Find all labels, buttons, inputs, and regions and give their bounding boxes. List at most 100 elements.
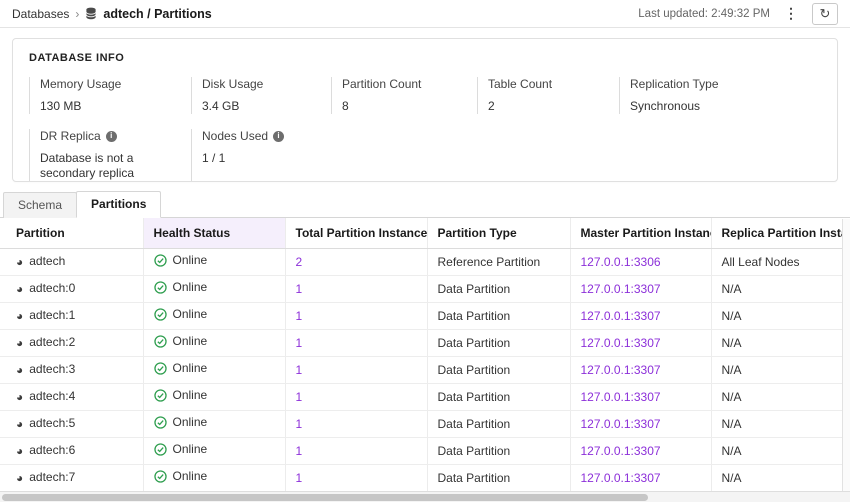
- table-row[interactable]: ◕adtech:3 Online 1 Data Partition 127.0.…: [0, 356, 850, 383]
- stat-table-count: Table Count 2: [477, 77, 619, 114]
- master-instance-link[interactable]: 127.0.0.1:3307: [581, 390, 661, 404]
- instances-link[interactable]: 1: [296, 417, 303, 431]
- table-row[interactable]: ◕adtech:2 Online 1 Data Partition 127.0.…: [0, 329, 850, 356]
- partition-type: Data Partition: [427, 437, 570, 464]
- master-instance-link[interactable]: 127.0.0.1:3307: [581, 363, 661, 377]
- column-header-partition-type[interactable]: Partition Type: [427, 218, 570, 248]
- tab-schema[interactable]: Schema: [3, 192, 77, 218]
- partition-icon: ◕: [16, 471, 23, 485]
- info-icon[interactable]: i: [273, 131, 284, 142]
- column-header-health-status[interactable]: Health Status: [143, 218, 285, 248]
- health-status: Online: [173, 334, 208, 348]
- replica-instance: All Leaf Nodes: [711, 248, 850, 275]
- database-icon: [85, 7, 97, 20]
- master-instance-link[interactable]: 127.0.0.1:3307: [581, 336, 661, 350]
- health-status: Online: [173, 253, 208, 267]
- breadcrumb-databases-link[interactable]: Databases: [12, 7, 69, 21]
- top-bar: Databases › adtech / Partitions Last upd…: [0, 0, 850, 28]
- stat-label: DR Replica: [40, 129, 101, 143]
- partition-type: Reference Partition: [427, 248, 570, 275]
- table-header-row: Partition Health Status Total Partition …: [0, 218, 850, 248]
- stat-value: 8: [342, 99, 477, 114]
- column-header-replica-instance[interactable]: Replica Partition Instance ...: [711, 218, 850, 248]
- master-instance-link[interactable]: 127.0.0.1:3306: [581, 255, 661, 269]
- stat-label: Replication Type: [630, 77, 719, 91]
- tab-bar: Schema Partitions: [0, 191, 850, 218]
- partition-icon: ◕: [16, 417, 23, 431]
- table-row[interactable]: ◕adtech:5 Online 1 Data Partition 127.0.…: [0, 410, 850, 437]
- stats-row-1: Memory Usage 130 MB Disk Usage 3.4 GB Pa…: [29, 77, 821, 114]
- replica-instance: N/A: [711, 410, 850, 437]
- replica-instance: N/A: [711, 356, 850, 383]
- online-check-icon: [154, 470, 167, 486]
- horizontal-scrollbar[interactable]: [0, 491, 850, 502]
- instances-link[interactable]: 1: [296, 309, 303, 323]
- partitions-table: Partition Health Status Total Partition …: [0, 218, 850, 492]
- partition-icon: ◕: [16, 336, 23, 350]
- table-row[interactable]: ◕adtech:7 Online 1 Data Partition 127.0.…: [0, 464, 850, 491]
- stat-label: Memory Usage: [40, 77, 121, 91]
- partition-name: adtech:1: [29, 308, 75, 322]
- master-instance-link[interactable]: 127.0.0.1:3307: [581, 471, 661, 485]
- table-row[interactable]: ◕adtech:0 Online 1 Data Partition 127.0.…: [0, 275, 850, 302]
- online-check-icon: [154, 308, 167, 324]
- stat-value: 1 / 1: [202, 151, 331, 166]
- partition-type: Data Partition: [427, 464, 570, 491]
- online-check-icon: [154, 254, 167, 270]
- partition-icon: ◕: [16, 255, 23, 269]
- partition-name: adtech:2: [29, 335, 75, 349]
- instances-link[interactable]: 1: [296, 390, 303, 404]
- instances-link[interactable]: 1: [296, 336, 303, 350]
- database-info-card: DATABASE INFO Memory Usage 130 MB Disk U…: [12, 38, 838, 182]
- instances-link[interactable]: 1: [296, 363, 303, 377]
- kebab-menu-icon[interactable]: ⋮: [782, 5, 800, 22]
- vertical-scrollbar[interactable]: [842, 219, 850, 491]
- table-row[interactable]: ◕adtech:4 Online 1 Data Partition 127.0.…: [0, 383, 850, 410]
- refresh-icon: ↻: [820, 6, 831, 22]
- health-status: Online: [173, 280, 208, 294]
- health-status: Online: [173, 388, 208, 402]
- table-row[interactable]: ◕ adtech Online 2 Reference Partition 127…: [0, 248, 850, 275]
- online-check-icon: [154, 443, 167, 459]
- stat-label: Table Count: [488, 77, 552, 91]
- partition-icon: ◕: [16, 282, 23, 296]
- instances-link[interactable]: 2: [296, 255, 303, 269]
- horizontal-scrollbar-thumb[interactable]: [2, 494, 648, 501]
- stat-value: Database is not a secondary replica: [40, 151, 172, 181]
- online-check-icon: [154, 416, 167, 432]
- stats-row-2: DR Replica i Database is not a secondary…: [29, 129, 821, 181]
- master-instance-link[interactable]: 127.0.0.1:3307: [581, 309, 661, 323]
- partition-name: adtech: [29, 254, 65, 268]
- partition-name: adtech:5: [29, 416, 75, 430]
- instances-link[interactable]: 1: [296, 282, 303, 296]
- partition-name: adtech:6: [29, 443, 75, 457]
- online-check-icon: [154, 281, 167, 297]
- replica-instance: N/A: [711, 275, 850, 302]
- health-status: Online: [173, 442, 208, 456]
- online-check-icon: [154, 362, 167, 378]
- table-row[interactable]: ◕ adtech:6 Online 1 Data Partition 127.0.…: [0, 437, 850, 464]
- tab-partitions[interactable]: Partitions: [76, 191, 161, 218]
- refresh-button[interactable]: ↻: [812, 3, 838, 25]
- master-instance-link[interactable]: 127.0.0.1:3307: [581, 417, 661, 431]
- master-instance-link[interactable]: 127.0.0.1:3307: [581, 282, 661, 296]
- stat-label: Nodes Used: [202, 129, 268, 143]
- stat-replication-type: Replication Type Synchronous: [619, 77, 821, 114]
- stat-label: Partition Count: [342, 77, 421, 91]
- master-instance-link[interactable]: 127.0.0.1:3307: [581, 444, 661, 458]
- column-header-total-instances[interactable]: Total Partition Instances: [285, 218, 427, 248]
- card-title: DATABASE INFO: [29, 52, 821, 64]
- partition-icon: ◕: [16, 444, 23, 458]
- table-row[interactable]: ◕adtech:1 Online 1 Data Partition 127.0.…: [0, 302, 850, 329]
- instances-link[interactable]: 1: [296, 444, 303, 458]
- last-updated-label: Last updated: 2:49:32 PM: [638, 8, 770, 20]
- replica-instance: N/A: [711, 437, 850, 464]
- column-header-partition[interactable]: Partition: [0, 218, 143, 248]
- replica-instance: N/A: [711, 302, 850, 329]
- partition-name: adtech:4: [29, 389, 75, 403]
- column-header-master-instance[interactable]: Master Partition Instance ...: [570, 218, 711, 248]
- info-icon[interactable]: i: [106, 131, 117, 142]
- stat-value: 2: [488, 99, 619, 114]
- instances-link[interactable]: 1: [296, 471, 303, 485]
- online-check-icon: [154, 389, 167, 405]
